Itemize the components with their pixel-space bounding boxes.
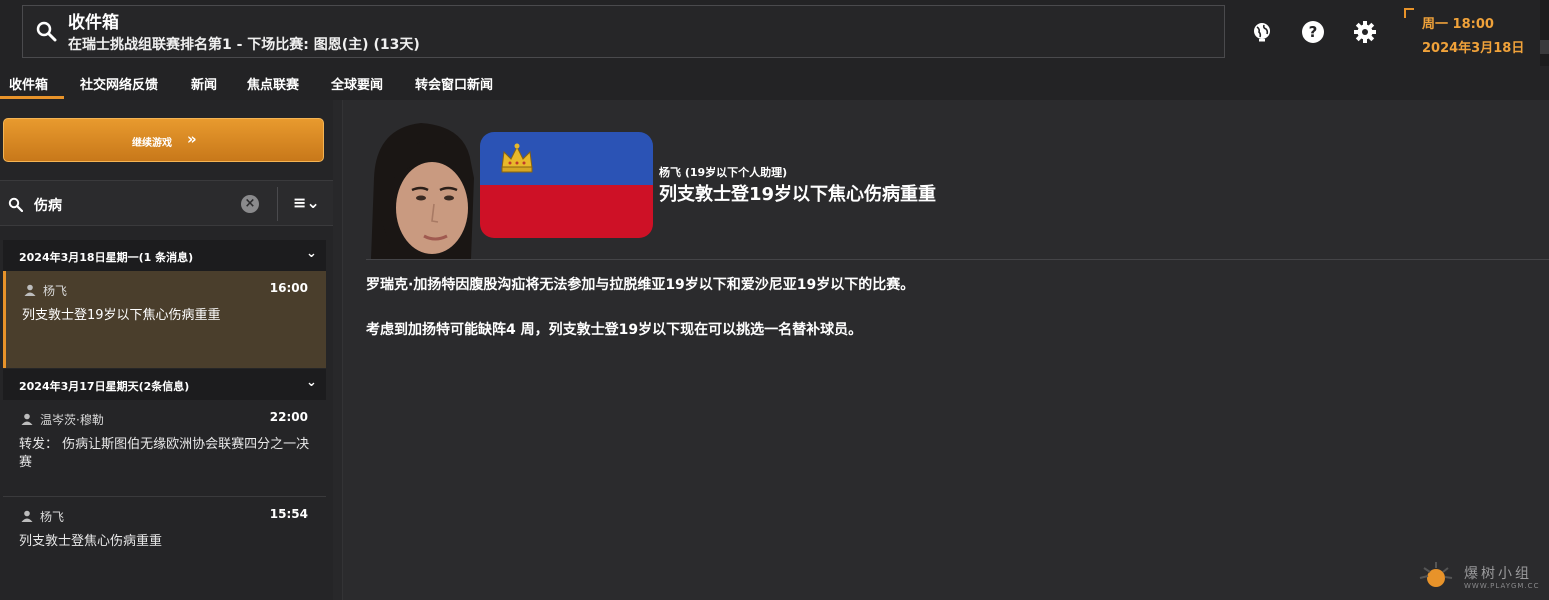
watermark-logo-icon	[1419, 562, 1453, 587]
club-status-line: 在瑞士挑战组联赛排名第1 - 下场比赛: 图恩(主) (13天)	[68, 37, 420, 53]
header-scrollbar[interactable]	[1540, 0, 1549, 66]
tab-inbox[interactable]: 收件箱	[9, 74, 48, 93]
site-watermark: 爆树小组 WWW.PLAYGM.CC	[1418, 560, 1543, 594]
chevron-down-icon[interactable]: ⌄	[306, 246, 317, 261]
message-subject: 转发： 伤病让斯图伯无缘欧洲协会联赛四分之一决赛	[19, 437, 310, 470]
active-tab-indicator	[0, 96, 64, 99]
tab-bar: 收件箱 社交网络反馈 新闻 焦点联赛 全球要闻 转会窗口新闻	[0, 66, 1549, 100]
search-icon	[8, 197, 23, 212]
search-icon[interactable]	[35, 20, 57, 42]
message-time: 22:00	[269, 410, 308, 424]
article-paragraph: 考虑到加扬特可能缺阵4 周，列支敦士登19岁以下现在可以挑选一名替补球员。	[366, 322, 863, 338]
message-sender: 温岑茨·穆勒	[40, 413, 104, 427]
message-item[interactable]: 杨飞 15:54 列支敦士登焦心伤病重重	[3, 497, 326, 591]
message-subject: 列支敦士登19岁以下焦心伤病重重	[22, 308, 221, 323]
tab-social-feedback[interactable]: 社交网络反馈	[80, 74, 158, 93]
watermark-text: 爆树小组	[1464, 566, 1532, 582]
page-title: 收件箱	[68, 13, 119, 33]
article-author[interactable]: 杨飞 (19岁以下个人助理)	[659, 164, 787, 180]
inbox-sidebar: 继续游戏 » 伤病 × ≡⌄ 2024年3月18日星期一(1 条消息) ⌄ 杨飞…	[0, 100, 333, 600]
message-item[interactable]: 杨飞 16:00 列支敦士登19岁以下焦心伤病重重	[3, 271, 326, 368]
top-bar: 收件箱 在瑞士挑战组联赛排名第1 - 下场比赛: 图恩(主) (13天) ? 周…	[0, 0, 1549, 66]
message-group-header[interactable]: 2024年3月18日星期一(1 条消息) ⌄	[3, 240, 326, 271]
double-chevron-right-icon: »	[187, 130, 197, 148]
clear-search-icon[interactable]: ×	[241, 195, 259, 213]
message-sender: 杨飞	[43, 284, 68, 298]
help-icon[interactable]: ?	[1301, 20, 1325, 44]
panel-splitter[interactable]	[333, 100, 343, 600]
tab-world-news[interactable]: 全球要闻	[331, 74, 383, 93]
message-detail-pane: 杨飞 (19岁以下个人助理) 列支敦士登19岁以下焦心伤病重重 罗瑞克·加扬特因…	[343, 100, 1549, 600]
filter-divider	[277, 187, 278, 221]
continue-game-button[interactable]: 继续游戏 »	[3, 118, 324, 162]
tab-transfer-window-news[interactable]: 转会窗口新闻	[415, 74, 493, 93]
game-time: 周一 18:00	[1422, 17, 1494, 32]
game-date-display[interactable]: 周一 18:00 2024年3月18日	[1404, 8, 1534, 60]
globe-icon[interactable]	[1250, 20, 1274, 44]
inbox-search-input[interactable]: 伤病	[34, 195, 62, 215]
inbox-filter-bar: 伤病 × ≡⌄	[0, 180, 333, 226]
article-headline: 列支敦士登19岁以下焦心伤病重重	[659, 184, 937, 205]
tab-featured-leagues[interactable]: 焦点联赛	[247, 74, 299, 93]
flag-red-stripe	[480, 185, 653, 238]
sort-menu-icon[interactable]: ≡⌄	[293, 193, 320, 212]
message-group-header[interactable]: 2024年3月17日星期天(2条信息) ⌄	[3, 369, 326, 400]
article-paragraph: 罗瑞克·加扬特因腹股沟疝将无法参加与拉脱维亚19岁以下和爱沙尼亚19岁以下的比赛…	[366, 277, 915, 293]
person-icon	[24, 284, 36, 296]
crown-icon	[501, 143, 533, 173]
watermark-url: WWW.PLAYGM.CC	[1464, 582, 1540, 590]
date-corner-accent	[1404, 8, 1414, 18]
chevron-down-icon[interactable]: ⌄	[306, 375, 317, 390]
assistant-portrait	[366, 118, 481, 259]
message-item[interactable]: 温岑茨·穆勒 22:00 转发： 伤病让斯图伯无缘欧洲协会联赛四分之一决赛	[3, 400, 326, 497]
liechtenstein-flag-icon	[480, 132, 653, 238]
message-sender: 杨飞	[40, 510, 65, 524]
message-subject: 列支敦士登焦心伤病重重	[19, 534, 163, 549]
message-time: 16:00	[269, 281, 308, 295]
message-time: 15:54	[269, 507, 308, 521]
person-icon	[21, 413, 33, 425]
svg-text:?: ?	[1309, 23, 1318, 41]
article-divider	[366, 259, 1549, 260]
continue-game-label: 继续游戏	[132, 138, 172, 149]
group-date-label: 2024年3月17日星期天(2条信息)	[19, 380, 190, 393]
game-date: 2024年3月18日	[1422, 41, 1525, 56]
person-icon	[21, 510, 33, 522]
tab-news[interactable]: 新闻	[191, 74, 217, 93]
scrollbar-thumb[interactable]	[1540, 40, 1549, 54]
header-search-box[interactable]: 收件箱 在瑞士挑战组联赛排名第1 - 下场比赛: 图恩(主) (13天)	[22, 5, 1225, 58]
group-date-label: 2024年3月18日星期一(1 条消息)	[19, 251, 194, 264]
settings-gear-icon[interactable]	[1353, 20, 1377, 44]
